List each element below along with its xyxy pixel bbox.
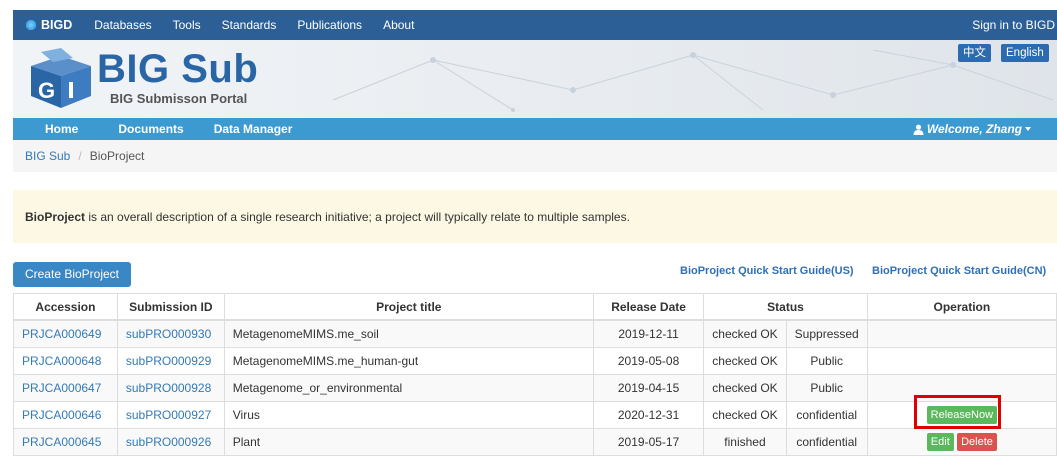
- project-title: Plant: [223, 428, 594, 456]
- project-title: Metagenome_or_environmental: [223, 374, 594, 402]
- operation-cell: ReleaseNow: [866, 401, 1057, 429]
- check-status: checked OK: [703, 319, 787, 348]
- check-status: checked OK: [703, 374, 787, 402]
- nav-publications[interactable]: Publications: [297, 18, 362, 32]
- release-date: 2019-04-15: [592, 374, 705, 402]
- operation-cell: [866, 374, 1057, 402]
- nav-tools[interactable]: Tools: [173, 18, 201, 32]
- top-navbar: BIGD Databases Tools Standards Publicati…: [13, 10, 1057, 40]
- project-title: MetagenomeMIMS.me_soil: [223, 319, 594, 348]
- menu-documents[interactable]: Documents: [118, 122, 183, 136]
- accession-link[interactable]: PRJCA000649: [22, 327, 101, 341]
- bigd-brand[interactable]: BIGD: [25, 18, 72, 32]
- menu-home[interactable]: Home: [45, 122, 78, 136]
- check-status: checked OK: [703, 347, 787, 375]
- visibility-status: confidential: [785, 428, 868, 456]
- breadcrumb-root-link[interactable]: BIG Sub: [25, 149, 70, 163]
- visibility-status: Public: [785, 347, 868, 375]
- header-operation: Operation: [866, 293, 1057, 321]
- check-status: checked OK: [703, 401, 787, 429]
- release-date: 2019-05-08: [592, 347, 705, 375]
- quick-start-guide-us-link[interactable]: BioProject Quick Start Guide(US): [680, 265, 854, 277]
- submission-id-link[interactable]: subPRO000926: [126, 435, 211, 449]
- release-date: 2020-12-31: [592, 401, 705, 429]
- header-accession[interactable]: Accession: [13, 293, 118, 321]
- table-row: PRJCA000646 subPRO000927 Virus 2020-12-3…: [13, 401, 1057, 429]
- bigd-logo-icon: [25, 19, 37, 31]
- main-menu: Home Documents Data Manager Welcome, Zha…: [13, 118, 1057, 140]
- release-date: 2019-12-11: [592, 319, 705, 348]
- accession-link[interactable]: PRJCA000647: [22, 381, 101, 395]
- check-status: finished: [703, 428, 787, 456]
- create-bioproject-button[interactable]: Create BioProject: [13, 262, 131, 287]
- submission-id-link[interactable]: subPRO000928: [126, 381, 211, 395]
- network-background-graphic: [332, 49, 1054, 112]
- project-title: Virus: [223, 401, 594, 429]
- visibility-status: Suppressed: [785, 319, 868, 348]
- big-sub-logo-icon: G: [31, 48, 91, 108]
- header-submission-id[interactable]: Submission ID: [116, 293, 225, 321]
- brand-label: BIGD: [41, 18, 73, 32]
- table-row: PRJCA000648 subPRO000929 MetagenomeMIMS.…: [13, 347, 1057, 375]
- accession-link[interactable]: PRJCA000645: [22, 435, 101, 449]
- operation-cell: [866, 347, 1057, 375]
- nav-about[interactable]: About: [383, 18, 414, 32]
- info-alert: BioProject is an overall description of …: [13, 190, 1057, 243]
- project-title: MetagenomeMIMS.me_human-gut: [223, 347, 594, 375]
- quick-start-guide-cn-link[interactable]: BioProject Quick Start Guide(CN): [872, 265, 1046, 277]
- bioproject-table: Accession Submission ID Project title Re…: [13, 293, 1057, 456]
- table-row: PRJCA000649 subPRO000930 MetagenomeMIMS.…: [13, 319, 1057, 348]
- accession-link[interactable]: PRJCA000648: [22, 354, 101, 368]
- portal-title: BIG Sub: [97, 47, 259, 91]
- edit-button[interactable]: Edit: [926, 433, 954, 451]
- user-menu[interactable]: Welcome, Zhang: [913, 122, 1035, 136]
- portal-subtitle: BIG Submisson Portal: [110, 91, 248, 106]
- operation-cell: Edit Delete: [866, 428, 1057, 456]
- info-description: is an overall description of a single re…: [85, 209, 630, 224]
- lang-english-button[interactable]: English: [1001, 44, 1049, 62]
- breadcrumb: BIG Sub / BioProject: [13, 140, 1057, 172]
- user-icon: [913, 124, 924, 135]
- header-release-date[interactable]: Release Date: [592, 293, 705, 321]
- visibility-status: confidential: [785, 401, 868, 429]
- delete-button[interactable]: Delete: [957, 433, 997, 451]
- release-now-button[interactable]: ReleaseNow: [926, 406, 998, 424]
- table-row: PRJCA000647 subPRO000928 Metagenome_or_e…: [13, 374, 1057, 402]
- breadcrumb-current: BioProject: [89, 149, 145, 163]
- info-text: BioProject is an overall description of …: [25, 210, 630, 224]
- release-date: 2019-05-17: [592, 428, 705, 456]
- visibility-status: Public: [785, 374, 868, 402]
- nav-standards[interactable]: Standards: [222, 18, 277, 32]
- submission-id-link[interactable]: subPRO000930: [126, 327, 211, 341]
- submission-id-link[interactable]: subPRO000927: [126, 408, 211, 422]
- table-header-row: Accession Submission ID Project title Re…: [13, 293, 1057, 321]
- submission-id-link[interactable]: subPRO000929: [126, 354, 211, 368]
- header-status[interactable]: Status: [703, 293, 868, 321]
- nav-databases[interactable]: Databases: [94, 18, 151, 32]
- breadcrumb-separator: /: [78, 149, 82, 163]
- sign-in-link[interactable]: Sign in to BIGD: [972, 18, 1055, 32]
- table-row: PRJCA000645 subPRO000926 Plant 2019-05-1…: [13, 428, 1057, 456]
- chevron-down-icon: [1025, 127, 1031, 131]
- info-bold: BioProject: [25, 209, 86, 224]
- portal-header: G BIG Sub BIG Submisson Portal 中文 Englis…: [13, 40, 1057, 118]
- menu-data-manager[interactable]: Data Manager: [214, 122, 293, 136]
- lang-chinese-button[interactable]: 中文: [958, 44, 991, 62]
- operation-cell: [866, 319, 1057, 348]
- svg-text:G: G: [38, 78, 55, 103]
- welcome-label: Welcome, Zhang: [926, 122, 1022, 136]
- header-project-title[interactable]: Project title: [223, 293, 594, 321]
- accession-link[interactable]: PRJCA000646: [22, 408, 101, 422]
